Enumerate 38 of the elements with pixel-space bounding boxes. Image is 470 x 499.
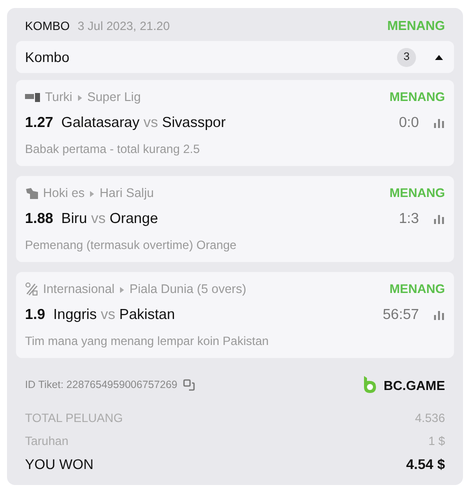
bet-status: MENANG bbox=[389, 90, 445, 104]
brand-name: BC.GAME bbox=[384, 378, 445, 392]
bet-type: KOMBO bbox=[25, 18, 70, 32]
bet-status: MENANG bbox=[389, 282, 445, 296]
summary-label: TOTAL PELUANG bbox=[25, 410, 123, 424]
bet-status: MENANG bbox=[387, 18, 445, 33]
summary-value: 4.54 $ bbox=[406, 456, 445, 472]
copy-icon[interactable] bbox=[183, 379, 196, 391]
match-line: 1.88 Biru vs Orange bbox=[25, 211, 158, 227]
market-text: Babak pertama - total kurang 2.5 bbox=[25, 142, 201, 156]
league-path[interactable]: Turki Super Lig bbox=[45, 90, 141, 104]
summary-label: Taruhan bbox=[25, 434, 68, 448]
count-badge: 3 bbox=[397, 48, 416, 66]
bet-date: 3 Jul 2023, 21.20 bbox=[78, 18, 170, 32]
match-line: 1.27 Galatasaray vs Sivasspor bbox=[25, 115, 226, 131]
summary-value: 4.536 bbox=[414, 410, 445, 424]
league-path[interactable]: Hoki es Hari Salju bbox=[43, 186, 154, 200]
match-line: 1.9 Inggris vs Pakistan bbox=[25, 307, 175, 323]
summary-value: 1 $ bbox=[428, 434, 445, 448]
match-score: 0:0 bbox=[398, 115, 419, 131]
stats-icon[interactable] bbox=[433, 214, 445, 224]
chevron-icon bbox=[78, 94, 82, 101]
match-score: 1:3 bbox=[398, 211, 419, 227]
match-score: 56:57 bbox=[382, 307, 419, 323]
chevron-icon bbox=[120, 286, 124, 293]
summary-label: YOU WON bbox=[25, 456, 94, 472]
combo-label: Kombo bbox=[25, 49, 70, 65]
stats-icon[interactable] bbox=[433, 118, 445, 128]
combo-header[interactable]: Kombo 3 bbox=[16, 41, 454, 73]
ticket-id: ID Tiket: 2287654959006757269 bbox=[25, 379, 178, 391]
league-path[interactable]: Internasional Piala Dunia (5 overs) bbox=[43, 282, 246, 296]
logo-icon bbox=[362, 376, 378, 394]
market-text: Tim mana yang menang lempar koin Pakistan bbox=[25, 334, 270, 348]
market-text: Pemenang (termasuk overtime) Orange bbox=[25, 238, 238, 252]
chevron-icon bbox=[90, 190, 94, 197]
stats-icon[interactable] bbox=[433, 310, 445, 320]
bet-status: MENANG bbox=[389, 186, 445, 200]
caret-icon[interactable] bbox=[434, 54, 444, 60]
